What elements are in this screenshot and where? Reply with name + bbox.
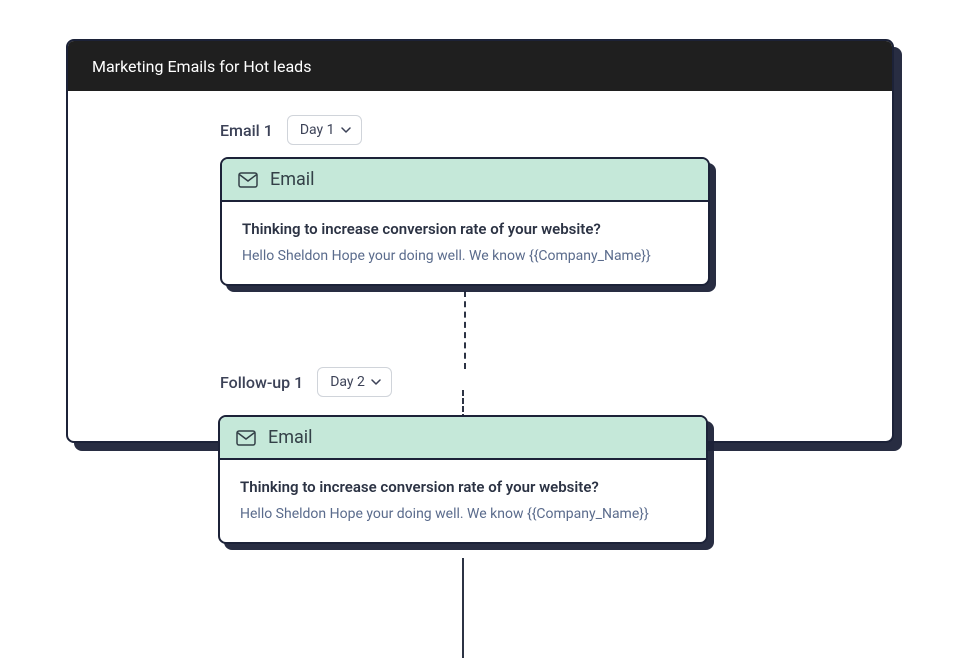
email-icon bbox=[236, 430, 256, 446]
email-card-1-title: Email bbox=[270, 169, 315, 190]
chevron-down-icon bbox=[341, 127, 351, 133]
email-card-1-subject: Thinking to increase conversion rate of … bbox=[242, 220, 688, 238]
window-content: Email 1 Day 1 Email Thinking to increase… bbox=[68, 91, 892, 441]
day-selector-1[interactable]: Day 1 bbox=[287, 115, 362, 145]
email-card-2-preview: Hello Sheldon Hope your doing well. We k… bbox=[240, 506, 686, 522]
email-icon bbox=[238, 172, 258, 188]
step-header-2: Follow-up 1 Day 2 bbox=[68, 367, 892, 397]
email-card-2-wrapper: Email Thinking to increase conversion ra… bbox=[218, 415, 708, 544]
step-header-1: Email 1 Day 1 bbox=[68, 115, 892, 145]
email-card-2-body: Thinking to increase conversion rate of … bbox=[220, 460, 706, 542]
email-card-2-title: Email bbox=[268, 427, 313, 448]
email-card-1[interactable]: Email Thinking to increase conversion ra… bbox=[220, 157, 710, 286]
email-card-2-subject: Thinking to increase conversion rate of … bbox=[240, 478, 686, 496]
day-selector-2[interactable]: Day 2 bbox=[317, 367, 392, 397]
email-card-1-body: Thinking to increase conversion rate of … bbox=[222, 202, 708, 284]
step-label-2: Follow-up 1 bbox=[220, 373, 303, 392]
chevron-down-icon bbox=[371, 379, 381, 385]
email-card-1-preview: Hello Sheldon Hope your doing well. We k… bbox=[242, 248, 688, 264]
email-card-2[interactable]: Email Thinking to increase conversion ra… bbox=[218, 415, 708, 544]
campaign-window: Marketing Emails for Hot leads Email 1 D… bbox=[66, 39, 894, 443]
email-card-1-header: Email bbox=[222, 159, 708, 202]
step-label-1: Email 1 bbox=[220, 121, 273, 140]
connector-line-1 bbox=[464, 291, 466, 369]
window-title: Marketing Emails for Hot leads bbox=[92, 57, 311, 76]
window-titlebar: Marketing Emails for Hot leads bbox=[68, 41, 892, 91]
email-card-2-header: Email bbox=[220, 417, 706, 460]
connector-line-2 bbox=[462, 558, 464, 658]
day-selector-2-text: Day 2 bbox=[330, 374, 365, 390]
day-selector-1-text: Day 1 bbox=[300, 122, 335, 138]
